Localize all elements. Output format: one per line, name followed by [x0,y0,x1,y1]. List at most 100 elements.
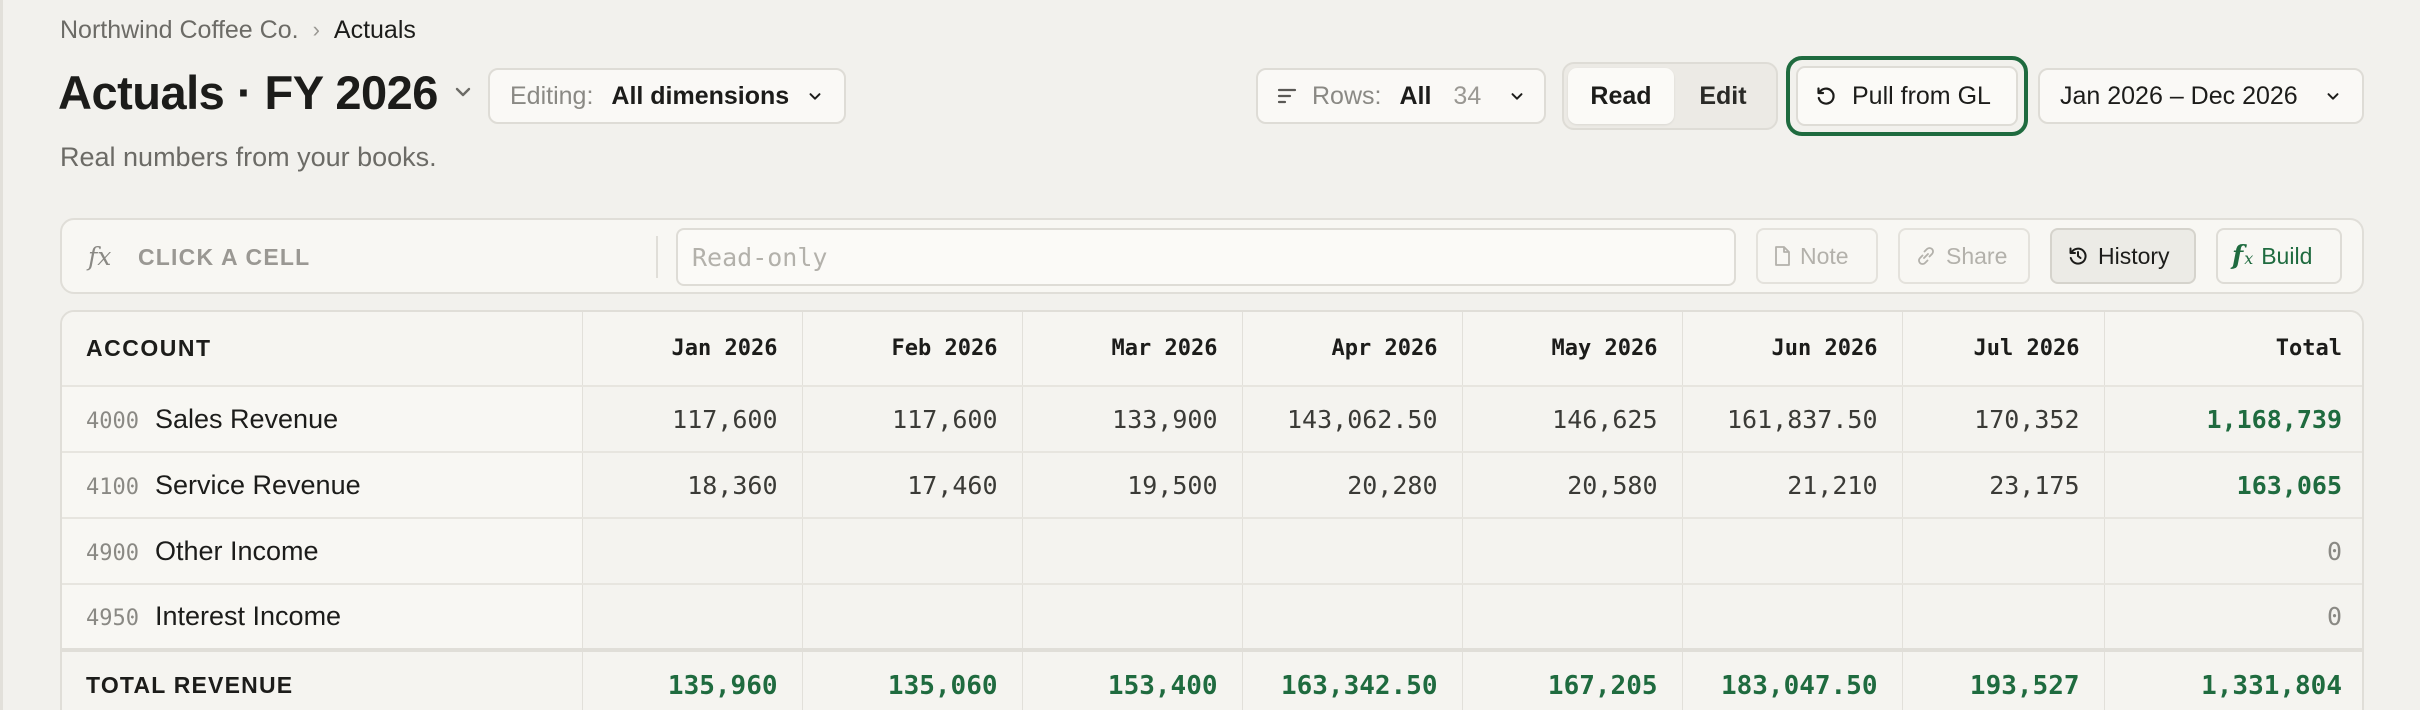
build-formula-button[interactable]: fx Build [2216,228,2342,284]
account-name: Other Income [154,535,319,566]
total-cell[interactable]: 135,060 [802,648,1023,710]
total-cell[interactable]: 193,527 [1902,648,2105,710]
breadcrumb: Northwind Coffee Co. › Actuals [60,14,416,46]
row-total-cell[interactable]: 163,065 [2104,452,2362,519]
value-cell[interactable] [1242,518,1463,585]
value-cell[interactable]: 20,280 [1242,452,1463,519]
account-name: Interest Income [154,601,342,631]
value-cell[interactable]: 143,062.50 [1242,386,1463,453]
edit-mode-button[interactable]: Edit [1674,68,1772,124]
value-cell[interactable]: 23,175 [1902,452,2105,519]
chevron-down-icon [806,87,824,105]
date-range-label: Jan 2026 – Dec 2026 [2060,81,2298,110]
row-total-cell[interactable]: 0 [2104,518,2362,585]
header-row: ACCOUNT Jan 2026 Feb 2026 Mar 2026 Apr 2… [62,312,2362,387]
value-cell[interactable] [1682,584,1903,651]
account-cell[interactable]: 4900 Other Income [62,518,583,585]
value-cell[interactable] [1462,518,1683,585]
total-cell[interactable]: 183,047.50 [1682,648,1903,710]
value-cell[interactable] [1902,584,2105,651]
total-cell[interactable]: 163,342.50 [1242,648,1463,710]
rows-label: Rows: [1312,81,1382,110]
formula-bar: fx CLICK A CELL Note Share History fx Bu… [60,218,2364,294]
column-header-month[interactable]: May 2026 [1462,312,1683,387]
read-mode-button[interactable]: Read [1568,68,1674,124]
value-cell[interactable]: 117,600 [802,386,1023,453]
value-cell[interactable] [1242,584,1463,651]
account-cell[interactable]: 4950 Interest Income [62,584,583,651]
account-code: 4900 [86,540,139,566]
column-header-month[interactable]: Apr 2026 [1242,312,1463,387]
total-revenue-label: TOTAL REVENUE [62,648,583,710]
column-header-account[interactable]: ACCOUNT [62,312,583,387]
value-cell[interactable]: 19,500 [1022,452,1243,519]
value-cell[interactable]: 17,460 [802,452,1023,519]
formula-input[interactable] [676,228,1736,286]
value-cell[interactable]: 133,900 [1022,386,1243,453]
column-header-month[interactable]: Mar 2026 [1022,312,1243,387]
rows-count: 34 [1453,81,1482,110]
divider [656,236,658,278]
function-icon: fx [2232,241,2253,271]
account-name: Sales Revenue [154,403,339,434]
total-cell[interactable]: 135,960 [582,648,803,710]
share-button[interactable]: Share [1898,228,2030,284]
editing-label: Editing: [510,81,594,110]
value-cell[interactable]: 117,600 [582,386,803,453]
page-title[interactable]: Actuals · FY 2026 [58,65,438,120]
value-cell[interactable] [1022,518,1243,585]
fx-label: fx [88,242,112,271]
value-cell[interactable]: 21,210 [1682,452,1903,519]
rows-filter-dropdown[interactable]: Rows: All 34 [1256,68,1546,124]
column-header-month[interactable]: Jan 2026 [582,312,803,387]
pull-from-gl-label: Pull from GL [1852,81,1991,110]
share-label: Share [1946,242,2008,269]
column-header-total[interactable]: Total [2104,312,2362,387]
value-cell[interactable] [582,584,803,651]
account-cell[interactable]: 4100 Service Revenue [62,452,583,519]
refresh-icon [1814,84,1838,108]
title-row: Actuals · FY 2026 [58,60,474,124]
date-range-picker[interactable]: Jan 2026 – Dec 2026 [2038,68,2364,124]
value-cell[interactable] [1902,518,2105,585]
breadcrumb-current: Actuals [333,15,416,44]
value-cell[interactable]: 20,580 [1462,452,1683,519]
total-cell[interactable]: 153,400 [1022,648,1243,710]
history-button[interactable]: History [2050,228,2196,284]
table-row: 4100 Service Revenue 18,360 17,460 19,500… [62,452,2362,519]
account-name: Service Revenue [154,469,361,500]
note-button[interactable]: Note [1756,228,1878,284]
chevron-down-icon[interactable] [452,81,474,103]
column-header-month[interactable]: Feb 2026 [802,312,1023,387]
value-cell[interactable]: 146,625 [1462,386,1683,453]
value-cell[interactable] [1022,584,1243,651]
editing-dimensions-dropdown[interactable]: Editing: All dimensions [488,68,846,124]
grand-total-cell[interactable]: 1,331,804 [2104,648,2362,710]
value-cell[interactable]: 18,360 [582,452,803,519]
value-cell[interactable] [582,518,803,585]
column-header-month[interactable]: Jul 2026 [1902,312,2105,387]
value-cell[interactable] [1682,518,1903,585]
value-cell[interactable]: 170,352 [1902,386,2105,453]
row-total-cell[interactable]: 1,168,739 [2104,386,2362,453]
value-cell[interactable] [1462,584,1683,651]
account-code: 4950 [86,606,139,631]
row-total-cell[interactable]: 0 [2104,584,2362,651]
table-row: 4950 Interest Income 0 [62,584,2362,651]
build-label: Build [2261,242,2313,269]
total-cell[interactable]: 167,205 [1462,648,1683,710]
account-cell[interactable]: 4000 Sales Revenue [62,386,583,453]
value-cell[interactable]: 161,837.50 [1682,386,1903,453]
value-cell[interactable] [802,584,1023,651]
history-icon [2066,244,2090,268]
breadcrumb-company-link[interactable]: Northwind Coffee Co. [60,16,299,45]
function-glyph-x: x [2244,249,2254,268]
total-revenue-row: TOTAL REVENUE 135,960 135,060 153,400 16… [62,648,2362,710]
read-edit-toggle: Read Edit [1562,62,1778,130]
window-edge [0,0,3,710]
column-header-month[interactable]: Jun 2026 [1682,312,1903,387]
function-glyph-f: f [2232,241,2244,271]
document-icon [1772,245,1792,267]
value-cell[interactable] [802,518,1023,585]
pull-from-gl-button[interactable]: Pull from GL [1796,66,2018,126]
